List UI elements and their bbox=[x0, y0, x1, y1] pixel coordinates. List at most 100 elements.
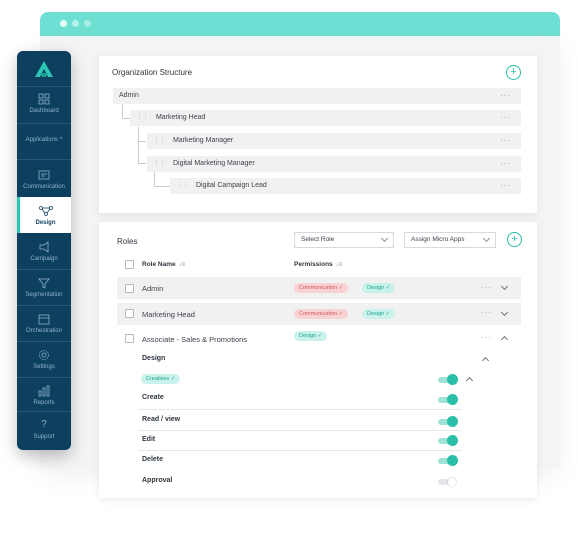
sidebar-item-communication[interactable]: Communication bbox=[17, 169, 71, 190]
divider bbox=[17, 305, 71, 306]
megaphone-icon bbox=[39, 241, 49, 253]
window-title-bar bbox=[40, 12, 560, 36]
more-options-icon[interactable]: ··· bbox=[500, 178, 511, 194]
gear-icon bbox=[39, 350, 49, 360]
sidebar-item-dashboard[interactable]: Dashboard bbox=[17, 93, 71, 114]
funnel-icon bbox=[38, 278, 50, 289]
drag-handle-icon[interactable]: ⋮⋮ bbox=[153, 160, 166, 167]
org-node-label: Digital Marketing Manager bbox=[172, 160, 255, 167]
org-node-label: Digital Campaign Lead bbox=[195, 182, 267, 189]
sidebar-item-design[interactable]: Design bbox=[17, 197, 71, 233]
org-node-label: Marketing Head bbox=[155, 114, 206, 121]
divider bbox=[17, 269, 71, 270]
micro-app-tag[interactable]: Creatives ✓ bbox=[141, 374, 181, 384]
sort-icon[interactable]: ↓≡ bbox=[179, 262, 186, 268]
add-org-node-button[interactable]: + bbox=[506, 65, 521, 80]
more-options-icon[interactable]: ··· bbox=[500, 133, 511, 149]
permission-tag[interactable]: Design ✓ bbox=[362, 283, 396, 293]
add-role-button[interactable]: + bbox=[507, 232, 522, 247]
select-role-dropdown[interactable]: Select Role bbox=[294, 232, 394, 248]
org-node-digital-marketing-manager[interactable]: ⋮⋮ Digital Marketing Manager ··· bbox=[147, 156, 521, 172]
drag-handle-icon[interactable]: ⋮⋮ bbox=[176, 182, 189, 189]
org-node-marketing-head[interactable]: ⋮⋮ Marketing Head ··· bbox=[130, 110, 521, 126]
row-checkbox[interactable] bbox=[125, 309, 134, 318]
column-header-permissions[interactable]: Permissions ↓≡ bbox=[294, 261, 342, 268]
sidebar: Dashboard Applications ^ Communication D… bbox=[17, 51, 71, 450]
assign-micro-apps-dropdown[interactable]: Assign Micro Apps bbox=[404, 232, 496, 248]
chevron-down-icon bbox=[380, 234, 389, 243]
permission-tag[interactable]: Communication ✓ bbox=[294, 283, 349, 293]
window-dot-icon bbox=[72, 20, 79, 27]
divider bbox=[17, 123, 71, 124]
grid-icon bbox=[38, 93, 50, 105]
window-dot-icon bbox=[60, 20, 67, 27]
sidebar-item-label: Segmentation bbox=[25, 292, 63, 298]
chevron-down-icon bbox=[482, 234, 491, 243]
sidebar-item-label: Dashboard bbox=[29, 108, 59, 114]
tree-connector bbox=[138, 127, 146, 142]
drag-handle-icon[interactable]: ⋮⋮ bbox=[153, 137, 166, 144]
permission-label: Read / view bbox=[142, 416, 181, 423]
read-view-toggle[interactable] bbox=[438, 416, 458, 427]
permission-label: Delete bbox=[142, 456, 164, 463]
more-options-icon[interactable]: ··· bbox=[481, 308, 492, 317]
sidebar-item-label: Reports bbox=[33, 400, 55, 406]
approval-toggle[interactable] bbox=[438, 478, 456, 486]
more-options-icon[interactable]: ··· bbox=[500, 88, 511, 104]
permission-label: Edit bbox=[142, 436, 156, 443]
message-box-icon bbox=[38, 170, 50, 180]
sidebar-item-settings[interactable]: Settings bbox=[17, 349, 71, 370]
sort-icon[interactable]: ↓≡ bbox=[336, 262, 343, 268]
divider bbox=[138, 409, 462, 410]
calendar-icon bbox=[38, 314, 50, 325]
delete-toggle[interactable] bbox=[438, 455, 458, 466]
create-toggle[interactable] bbox=[438, 394, 458, 405]
toggle-knob bbox=[447, 394, 458, 405]
sidebar-item-support[interactable]: ? Support bbox=[17, 419, 71, 440]
org-node-admin[interactable]: Admin ··· bbox=[113, 88, 521, 104]
sidebar-item-orchestration[interactable]: Orchestration bbox=[17, 313, 71, 334]
org-node-marketing-manager[interactable]: ⋮⋮ Marketing Manager ··· bbox=[147, 133, 521, 149]
more-options-icon[interactable]: ··· bbox=[500, 110, 511, 126]
edit-toggle[interactable] bbox=[438, 435, 458, 446]
permission-tag[interactable]: Communication ✓ bbox=[294, 309, 349, 319]
row-checkbox[interactable] bbox=[125, 284, 134, 293]
sidebar-item-applications[interactable]: Applications ^ bbox=[17, 137, 71, 143]
column-header-label: Permissions bbox=[294, 261, 333, 268]
question-icon: ? bbox=[41, 419, 47, 430]
drag-handle-icon[interactable]: ⋮⋮ bbox=[136, 114, 149, 121]
more-options-icon[interactable]: ··· bbox=[500, 156, 511, 172]
role-name: Associate - Sales & Promotions bbox=[142, 335, 248, 344]
more-options-icon[interactable]: ··· bbox=[481, 283, 492, 292]
app-logo[interactable] bbox=[17, 51, 71, 87]
sidebar-item-label: Applications bbox=[25, 137, 58, 143]
column-header-label: Role Name bbox=[142, 261, 176, 268]
toggle-knob bbox=[447, 455, 458, 466]
more-options-icon[interactable]: ··· bbox=[481, 333, 492, 342]
roles-title: Roles bbox=[117, 237, 138, 246]
sidebar-item-campaign[interactable]: Campaign bbox=[17, 241, 71, 262]
sidebar-item-label: Communication bbox=[23, 184, 65, 190]
org-node-digital-campaign-lead[interactable]: ⋮⋮ Digital Campaign Lead ··· bbox=[170, 178, 521, 194]
creatives-toggle[interactable] bbox=[438, 374, 458, 385]
role-name: Marketing Head bbox=[142, 310, 195, 319]
select-all-checkbox[interactable] bbox=[125, 260, 134, 269]
sidebar-item-reports[interactable]: Reports bbox=[17, 385, 71, 406]
permission-tag[interactable]: Design ✓ bbox=[362, 309, 396, 319]
tree-connector bbox=[122, 104, 130, 119]
toggle-knob bbox=[447, 435, 458, 446]
column-header-role-name[interactable]: Role Name ↓≡ bbox=[142, 261, 185, 268]
tree-connector bbox=[154, 172, 170, 187]
permission-section-title: Design bbox=[142, 355, 166, 362]
org-structure-title: Organization Structure bbox=[112, 68, 193, 77]
divider bbox=[138, 430, 462, 431]
toggle-knob bbox=[447, 374, 458, 385]
sidebar-item-segmentation[interactable]: Segmentation bbox=[17, 277, 71, 298]
role-name: Admin bbox=[142, 284, 164, 293]
sidebar-item-label: Campaign bbox=[30, 256, 58, 262]
tree-connector bbox=[138, 142, 146, 164]
permission-tag[interactable]: Design ✓ bbox=[294, 331, 328, 341]
row-checkbox[interactable] bbox=[125, 334, 134, 343]
divider bbox=[17, 341, 71, 342]
divider bbox=[17, 411, 71, 412]
